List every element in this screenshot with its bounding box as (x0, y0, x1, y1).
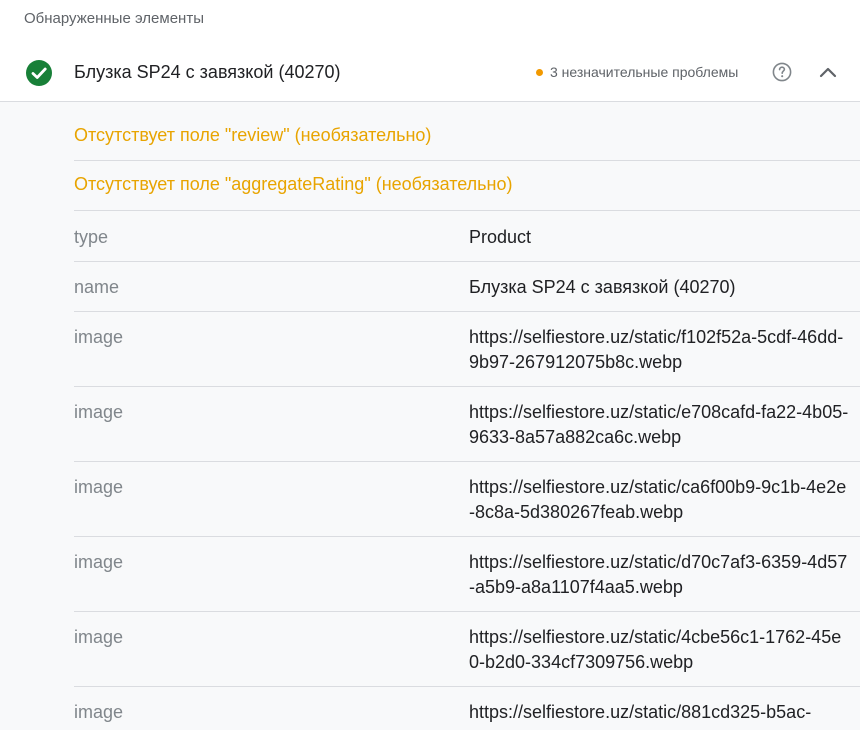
help-circle-icon[interactable] (772, 62, 792, 82)
warning-row[interactable]: Отсутствует поле "review" (необязательно… (74, 112, 860, 161)
table-row: name Блузка SP24 с завязкой (40270) (74, 262, 860, 312)
warnings-list: Отсутствует поле "review" (необязательно… (74, 112, 860, 211)
property-value: https://selfiestore.uz/static/e708cafd-f… (469, 402, 849, 447)
property-value: https://selfiestore.uz/static/f102f52a-5… (469, 327, 844, 372)
section-title: Обнаруженные элементы (24, 10, 204, 27)
warning-row[interactable]: Отсутствует поле "aggregateRating" (необ… (74, 161, 860, 211)
issues-label: 3 незначительные проблемы (550, 64, 739, 80)
issues-summary: 3 незначительные проблемы (536, 64, 738, 80)
table-row: image https://selfiestore.uz/static/881c… (74, 687, 860, 730)
table-row: image https://selfiestore.uz/static/4cbe… (74, 612, 860, 687)
table-row: image https://selfiestore.uz/static/d70c… (74, 537, 860, 612)
check-circle-icon (26, 60, 52, 86)
chevron-up-icon[interactable] (818, 64, 838, 80)
property-key: name (74, 277, 120, 297)
table-row: image https://selfiestore.uz/static/ca6f… (74, 462, 860, 537)
property-key: image (74, 702, 124, 722)
property-value: https://selfiestore.uz/static/ca6f00b9-9… (469, 477, 847, 522)
property-key: image (74, 402, 124, 422)
property-key: image (74, 327, 124, 347)
property-key: image (74, 477, 124, 497)
warning-dot-icon (536, 68, 543, 76)
property-value: Product (469, 227, 532, 247)
property-value: https://selfiestore.uz/static/881cd325-b… (469, 702, 812, 722)
property-key: type (74, 227, 109, 247)
table-row: type Product (74, 212, 860, 262)
detected-item-header[interactable]: Блузка SP24 с завязкой (40270) 3 незначи… (0, 43, 860, 102)
property-key: image (74, 627, 124, 647)
property-value: Блузка SP24 с завязкой (40270) (469, 277, 736, 297)
properties-table: type Product name Блузка SP24 с завязкой… (74, 212, 860, 730)
property-value: https://selfiestore.uz/static/d70c7af3-6… (469, 552, 848, 597)
property-value: https://selfiestore.uz/static/4cbe56c1-1… (469, 627, 842, 672)
rich-results-panel: Обнаруженные элементы Блузка SP24 с завя… (0, 0, 860, 730)
table-row: image https://selfiestore.uz/static/e708… (74, 387, 860, 462)
table-row: image https://selfiestore.uz/static/f102… (74, 312, 860, 387)
item-title: Блузка SP24 с завязкой (40270) (74, 62, 341, 82)
item-details: Отсутствует поле "review" (необязательно… (0, 102, 860, 730)
property-key: image (74, 552, 124, 572)
